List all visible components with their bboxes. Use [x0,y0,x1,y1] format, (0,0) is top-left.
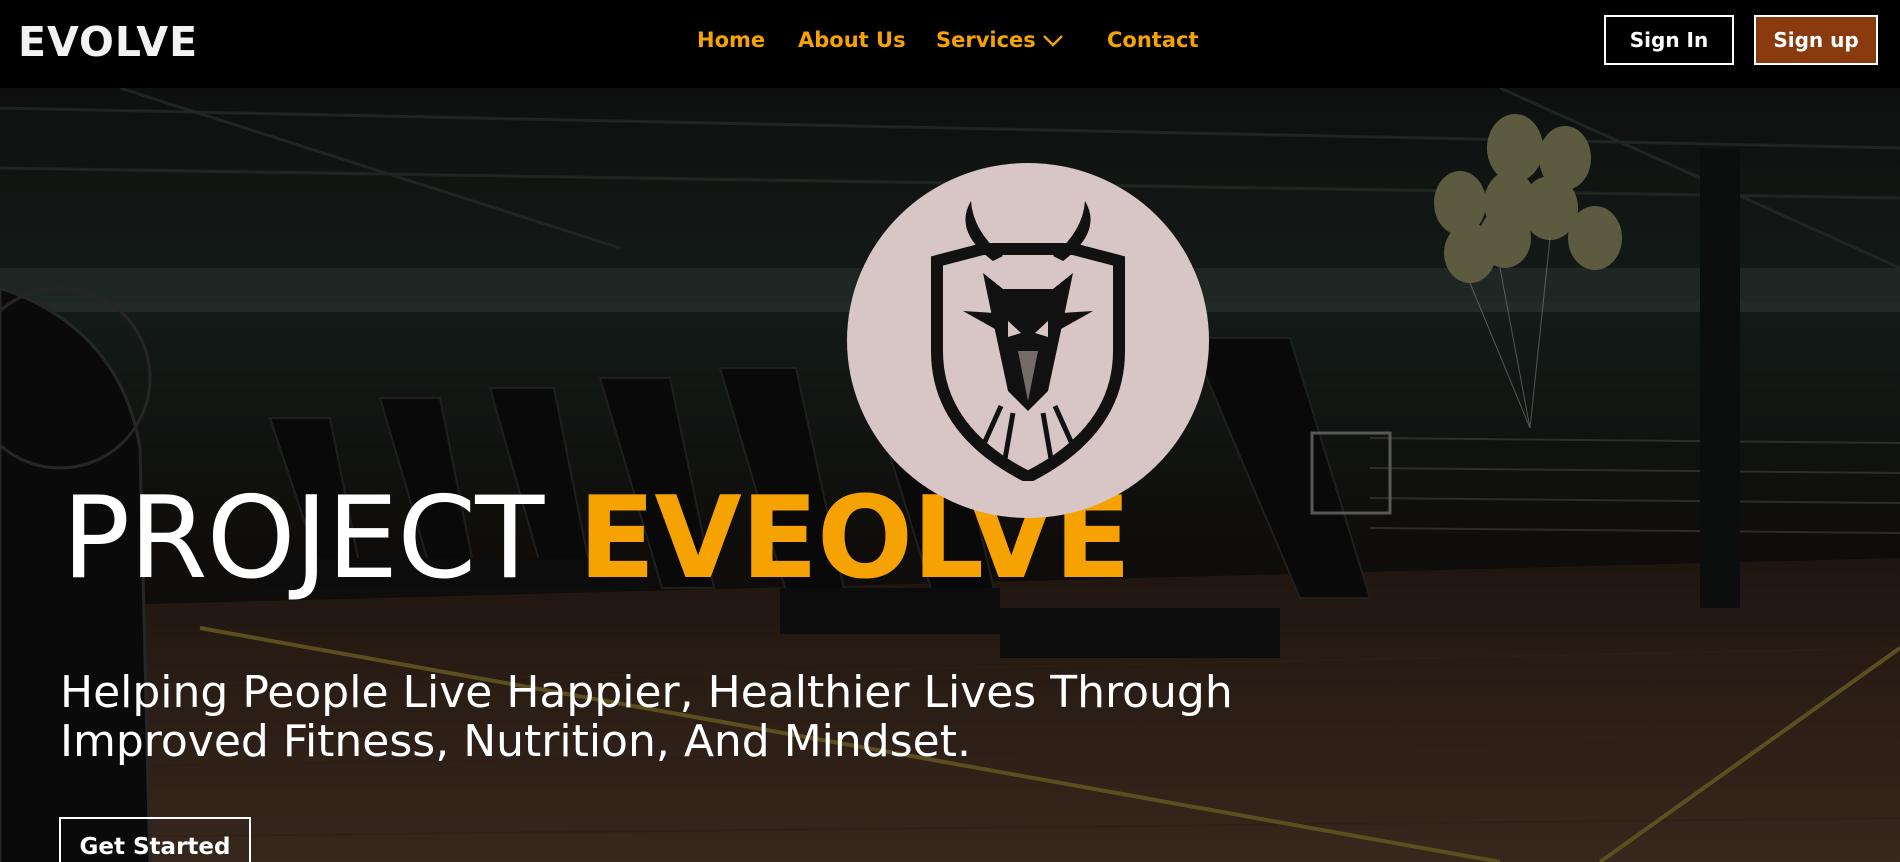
top-navbar: EVOLVE Home About Us Services Contact Si… [0,0,1900,88]
hero-subtitle-line-2: Improved Fitness, Nutrition, And Mindset… [60,716,971,767]
nav-services-label: Services [936,28,1036,52]
sign-in-button[interactable]: Sign In [1604,15,1734,65]
brand-emblem [847,163,1209,518]
sign-up-button[interactable]: Sign up [1754,15,1878,65]
hero-title-light: PROJECT [62,472,544,604]
deer-shield-logo-icon [931,200,1125,481]
nav-home-link[interactable]: Home [697,28,765,52]
nav-contact-link[interactable]: Contact [1107,28,1199,52]
hero-subtitle-line-1: Helping People Live Happier, Healthier L… [60,667,1233,718]
hero-subtitle: Helping People Live Happier, Healthier L… [60,668,1360,766]
chevron-down-icon [1042,35,1063,47]
get-started-button[interactable]: Get Started [59,817,251,862]
nav-about-us-link[interactable]: About Us [798,28,906,52]
hero-section: PROJECT EVEOLVE Helping People Live Happ… [0,88,1900,862]
brand-logo-text[interactable]: EVOLVE [18,18,198,66]
nav-services-dropdown[interactable]: Services [936,28,1064,52]
